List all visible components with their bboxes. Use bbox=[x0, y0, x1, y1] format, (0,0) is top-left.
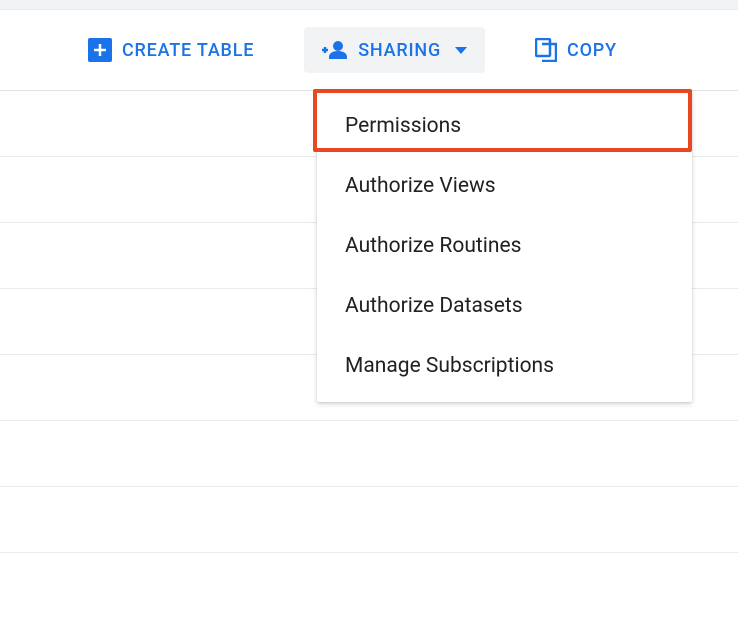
top-bar bbox=[0, 0, 738, 10]
copy-button[interactable]: COPY bbox=[517, 26, 635, 74]
table-row bbox=[0, 486, 738, 552]
sharing-label: SHARING bbox=[358, 40, 441, 61]
sharing-dropdown-menu: Permissions Authorize Views Authorize Ro… bbox=[317, 90, 692, 402]
menu-item-label: Authorize Routines bbox=[345, 234, 521, 258]
menu-item-label: Permissions bbox=[345, 114, 461, 138]
menu-item-label: Authorize Views bbox=[345, 174, 496, 198]
copy-label: COPY bbox=[567, 40, 617, 61]
table-row bbox=[0, 420, 738, 486]
menu-item-authorize-datasets[interactable]: Authorize Datasets bbox=[317, 276, 692, 336]
toolbar: CREATE TABLE SHARING COPY bbox=[0, 10, 738, 90]
chevron-down-icon bbox=[455, 47, 467, 54]
menu-item-authorize-routines[interactable]: Authorize Routines bbox=[317, 216, 692, 276]
table-row bbox=[0, 552, 738, 618]
menu-item-label: Manage Subscriptions bbox=[345, 354, 554, 378]
menu-item-manage-subscriptions[interactable]: Manage Subscriptions bbox=[317, 336, 692, 396]
menu-item-permissions[interactable]: Permissions bbox=[317, 96, 692, 156]
copy-icon bbox=[535, 38, 557, 62]
create-table-label: CREATE TABLE bbox=[122, 40, 254, 61]
sharing-button[interactable]: SHARING bbox=[304, 27, 485, 73]
menu-item-label: Authorize Datasets bbox=[345, 294, 523, 318]
plus-icon bbox=[88, 38, 112, 62]
person-add-icon bbox=[322, 39, 348, 61]
create-table-button[interactable]: CREATE TABLE bbox=[70, 26, 272, 74]
menu-item-authorize-views[interactable]: Authorize Views bbox=[317, 156, 692, 216]
